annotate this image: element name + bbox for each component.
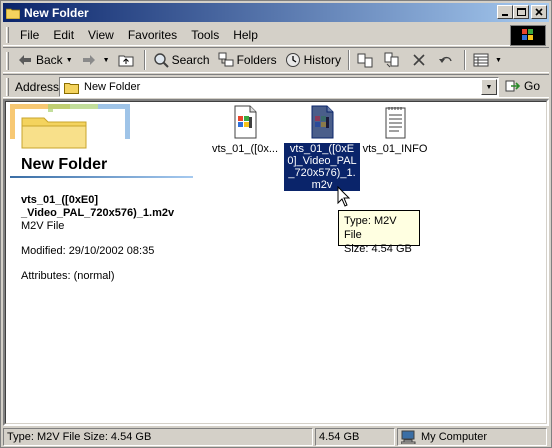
undo-icon	[438, 52, 454, 68]
move-to-button[interactable]	[353, 49, 380, 71]
menu-help[interactable]: Help	[226, 28, 265, 42]
folders-button[interactable]: Folders	[214, 49, 281, 71]
menu-edit[interactable]: Edit	[46, 28, 81, 42]
close-button[interactable]	[531, 5, 547, 19]
address-value: New Folder	[84, 81, 141, 93]
folders-tree-icon	[218, 52, 234, 68]
undo-button[interactable]	[434, 49, 461, 71]
views-dropdown-icon[interactable]: ▼	[495, 57, 502, 64]
forward-dropdown-icon[interactable]: ▼	[103, 57, 110, 64]
file-tooltip: Type: M2V File Size: 4.54 GB	[338, 210, 420, 255]
caption-buttons	[497, 5, 547, 19]
views-icon	[473, 52, 489, 68]
selected-file-type: M2V File	[21, 220, 65, 232]
go-button[interactable]: Go	[505, 78, 540, 94]
up-folder-icon	[118, 52, 134, 68]
go-label: Go	[524, 79, 541, 93]
text-file-icon	[379, 105, 411, 139]
menu-bar: File Edit View Favorites Tools Help	[3, 24, 523, 46]
back-button[interactable]: Back ▼	[13, 49, 77, 71]
history-clock-icon	[285, 52, 301, 68]
minimize-button[interactable]	[497, 5, 513, 19]
delete-x-icon	[411, 52, 427, 68]
back-arrow-icon	[17, 52, 33, 68]
go-arrow-icon	[505, 78, 521, 94]
address-label: Address	[15, 80, 60, 94]
tooltip-type: Type: M2V File	[344, 215, 397, 241]
status-description: Type: M2V File Size: 4.54 GB	[3, 428, 313, 446]
toolbar-separator	[463, 50, 466, 70]
addressbar-grip[interactable]	[6, 78, 9, 96]
toolbar-separator	[347, 50, 350, 70]
folder-view[interactable]: New Folder vts_01_([0xE0] _Video_PAL_720…	[3, 99, 549, 426]
windows-logo-icon	[510, 25, 546, 46]
explorer-window: New Folder File Edit View Favorites Tool…	[0, 0, 552, 448]
mouse-pointer-icon	[337, 185, 351, 208]
history-button[interactable]: History	[281, 49, 345, 71]
folder-icon	[5, 7, 21, 19]
address-input[interactable]: New Folder ▼	[59, 77, 499, 97]
maximize-button[interactable]	[513, 5, 529, 19]
move-to-icon	[357, 52, 373, 68]
address-bar: Address New Folder ▼ Go	[3, 74, 549, 98]
toolbar-separator	[143, 50, 146, 70]
status-size: 4.54 GB	[315, 428, 395, 446]
views-button[interactable]: ▼	[469, 49, 506, 71]
menu-favorites[interactable]: Favorites	[121, 28, 184, 42]
video-file-icon	[229, 105, 261, 139]
my-computer-icon	[400, 430, 417, 445]
folder-icon	[64, 81, 80, 94]
standard-toolbar: Back ▼ ▼ Search Folders History ▼	[3, 47, 549, 73]
folder-title: New Folder	[21, 156, 108, 173]
search-label: Search	[171, 53, 210, 67]
file-item[interactable]: vts_01_([0x...	[206, 105, 284, 155]
history-label: History	[303, 53, 341, 67]
toolbar-grip[interactable]	[6, 52, 9, 70]
file-item-selected[interactable]: vts_01_([0xE0]_Video_PAL_720x576)_1.m2v	[283, 105, 361, 191]
forward-arrow-icon	[81, 52, 97, 68]
title-bar[interactable]: New Folder	[3, 3, 549, 22]
delete-button[interactable]	[407, 49, 434, 71]
back-label: Back	[36, 53, 63, 67]
file-name: vts_01_([0xE0]_Video_PAL_720x576)_1.m2v	[284, 143, 360, 191]
file-name: vts_01_([0x...	[211, 143, 279, 155]
copy-to-icon	[384, 52, 400, 68]
selected-file-modified: Modified: 29/10/2002 08:35	[21, 245, 155, 257]
copy-to-button[interactable]	[380, 49, 407, 71]
window-title: New Folder	[24, 5, 89, 20]
zone-label: My Computer	[421, 431, 488, 443]
menu-view[interactable]: View	[81, 28, 121, 42]
menubar-grip[interactable]	[6, 27, 9, 43]
menu-tools[interactable]: Tools	[184, 28, 226, 42]
forward-button[interactable]: ▼	[77, 49, 114, 71]
video-file-icon	[306, 105, 338, 139]
folder-view-frame: New Folder vts_01_([0xE0] _Video_PAL_720…	[5, 101, 547, 424]
search-icon	[153, 52, 169, 68]
back-dropdown-icon[interactable]: ▼	[66, 57, 73, 64]
selected-file-name: vts_01_([0xE0] _Video_PAL_720x576)_1.m2v	[21, 194, 175, 219]
up-folder-button[interactable]	[114, 49, 141, 71]
folders-label: Folders	[236, 53, 277, 67]
search-button[interactable]: Search	[149, 49, 214, 71]
address-dropdown-button[interactable]: ▼	[481, 79, 497, 95]
tooltip-size: Size: 4.54 GB	[344, 243, 412, 255]
status-zone: My Computer	[397, 428, 547, 446]
file-item[interactable]: vts_01_INFO	[356, 105, 434, 155]
folder-title-divider	[10, 176, 193, 178]
folder-banner-graphic	[10, 104, 130, 154]
selected-file-attributes: Attributes: (normal)	[21, 270, 115, 282]
file-name: vts_01_INFO	[362, 143, 428, 155]
menu-file[interactable]: File	[13, 28, 46, 42]
status-bar: Type: M2V File Size: 4.54 GB 4.54 GB My …	[3, 427, 549, 447]
